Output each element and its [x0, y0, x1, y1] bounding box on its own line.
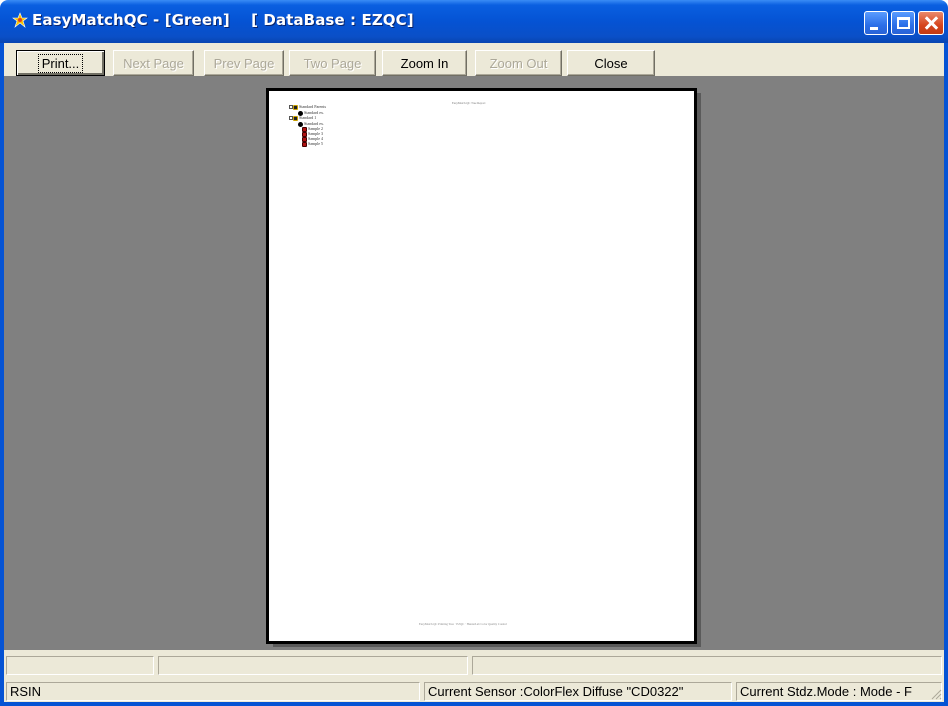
folder-icon	[293, 104, 298, 110]
close-button-label: Close	[594, 55, 628, 71]
next-page-button[interactable]: Next Page	[113, 50, 194, 76]
status-stdz-mode: Current Stdz.Mode : Mode - F	[736, 682, 942, 701]
tree-item-label: Standard Parents	[299, 104, 326, 109]
folder-icon	[293, 115, 298, 121]
sample-icon	[302, 141, 307, 147]
zoom-in-button-label: Zoom In	[400, 55, 449, 71]
page-footer: EasyMatch QC Printing Tree · EZQC · Hunt…	[419, 622, 507, 626]
close-button[interactable]: Close	[567, 50, 655, 76]
status-bar-upper	[4, 650, 944, 678]
status-current-sensor: Current Sensor :ColorFlex Diffuse "CD032…	[424, 682, 732, 701]
window-frame-right	[944, 76, 948, 702]
prev-page-button[interactable]: Prev Page	[204, 50, 284, 76]
print-button-label: Print...	[37, 53, 84, 73]
page-header: EasyMatch QC Tree Report	[452, 101, 486, 105]
print-button[interactable]: Print...	[16, 50, 105, 76]
title-bar[interactable]: EasyMatchQC - [Green] [ DataBase : EZQC]	[0, 0, 948, 43]
status-panel	[6, 656, 154, 675]
preview-area[interactable]: EasyMatch QC Tree Report Standard Parent…	[4, 76, 944, 650]
status-panel	[472, 656, 942, 675]
maximize-icon	[896, 17, 910, 29]
next-page-button-label: Next Page	[123, 55, 184, 71]
zoom-in-button[interactable]: Zoom In	[382, 50, 467, 76]
easymatch-app-icon	[12, 12, 28, 28]
status-panel	[158, 656, 468, 675]
window-frame-bottom	[0, 702, 948, 706]
tree-item-label: Standard 1	[299, 115, 317, 120]
tree-item: Sample 5	[302, 141, 323, 147]
status-text-left: RSIN	[6, 682, 420, 701]
zoom-out-button[interactable]: Zoom Out	[475, 50, 562, 76]
maximize-button[interactable]	[891, 11, 915, 35]
status-bar: RSIN Current Sensor :ColorFlex Diffuse "…	[4, 678, 944, 702]
window-title: EasyMatchQC - [Green] [ DataBase : EZQC]	[32, 11, 414, 29]
preview-page[interactable]: EasyMatch QC Tree Report Standard Parent…	[266, 88, 697, 644]
close-window-button[interactable]	[918, 11, 944, 35]
close-icon	[924, 16, 938, 30]
tree-item-label: Sample 5	[308, 141, 323, 146]
minimize-icon	[870, 26, 878, 30]
prev-page-button-label: Prev Page	[213, 55, 275, 71]
two-page-button-label: Two Page	[303, 55, 362, 71]
print-preview-toolbar: Print... Next Page Prev Page Two Page Zo…	[0, 43, 948, 76]
minimize-button[interactable]	[864, 11, 888, 35]
resize-grip-icon[interactable]	[930, 688, 942, 700]
two-page-button[interactable]: Two Page	[289, 50, 376, 76]
zoom-out-button-label: Zoom Out	[489, 55, 548, 71]
